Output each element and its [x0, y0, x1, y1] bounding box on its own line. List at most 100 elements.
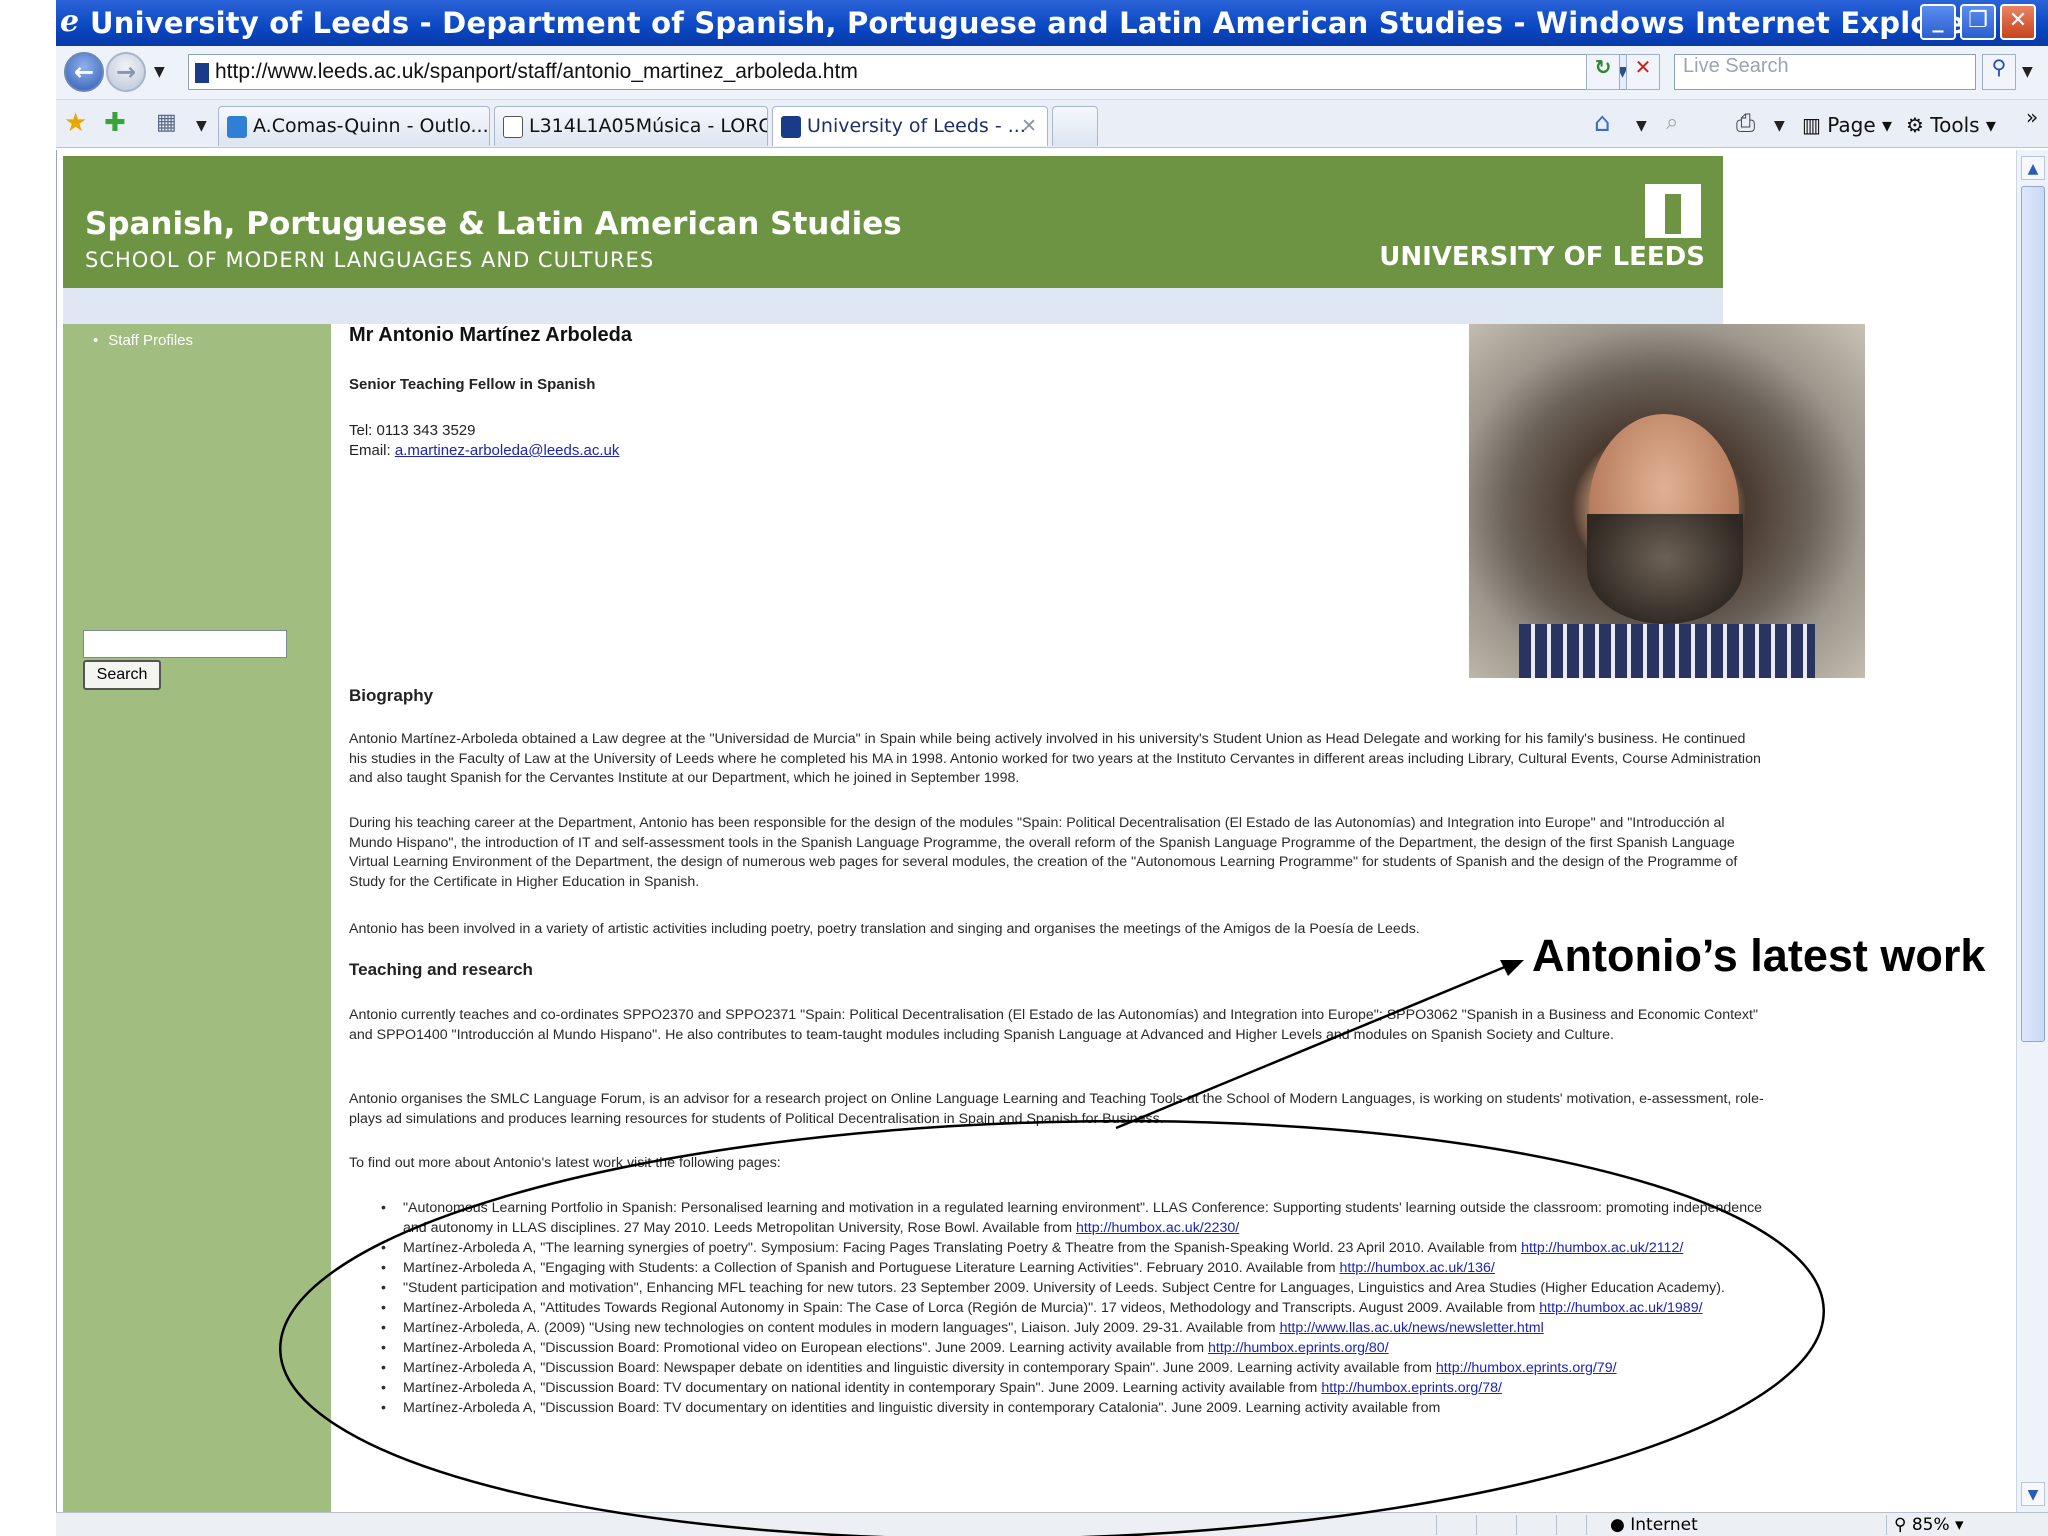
site-banner: Spanish, Portuguese & Latin American Stu…	[63, 156, 1723, 288]
document-icon	[503, 116, 523, 138]
history-dropdown-icon[interactable]: ▼	[154, 64, 165, 80]
scroll-up-icon[interactable]: ▲	[2021, 156, 2045, 180]
add-favorites-icon[interactable]: ✚	[104, 106, 126, 140]
site-search-button[interactable]: Search	[83, 660, 161, 690]
live-search-box[interactable]: Live Search	[1674, 54, 1976, 90]
latest-work-text: Martínez-Arboleda A, "Discussion Board: …	[403, 1400, 1441, 1416]
find-out-more-text: To find out more about Antonio's latest …	[349, 1155, 781, 1171]
tab-label: L314L1A05Música - LORO	[529, 115, 768, 137]
tools-menu[interactable]: ⚙ Tools ▾	[1906, 108, 1996, 142]
tab-outlook[interactable]: A.Comas-Quinn - Outlo...	[218, 106, 490, 146]
live-search-placeholder[interactable]: Live Search	[1683, 55, 1789, 78]
latest-work-link[interactable]: http://humbox.ac.uk/136/	[1340, 1260, 1495, 1276]
teaching-paragraph-2: Antonio organises the SMLC Language Foru…	[349, 1091, 1764, 1127]
search-options-icon[interactable]: ▼	[2022, 64, 2033, 80]
biography-heading: Biography	[349, 686, 434, 705]
stop-icon[interactable]: ✕	[1626, 54, 1660, 90]
window-title: University of Leeds - Department of Span…	[90, 6, 1960, 40]
teaching-paragraph-1: Antonio currently teaches and co-ordinat…	[349, 1007, 1758, 1043]
latest-work-item: Martínez-Arboleda A, "Discussion Board: …	[349, 1338, 1765, 1358]
latest-work-text: Martínez-Arboleda A, "Engaging with Stud…	[403, 1260, 1336, 1276]
page-viewport: Spanish, Portuguese & Latin American Stu…	[56, 150, 2016, 1512]
tools-menu-label: Tools	[1930, 113, 1980, 137]
address-url[interactable]: http://www.leeds.ac.uk/spanport/staff/an…	[215, 55, 858, 89]
banner-subbar	[63, 288, 1723, 324]
home-dropdown-icon[interactable]: ▼	[1636, 118, 1647, 134]
latest-work-link[interactable]: http://humbox.ac.uk/2112/	[1521, 1240, 1683, 1256]
latest-work-text: "Student participation and motivation", …	[403, 1280, 1725, 1296]
staff-tel: Tel: 0113 343 3529	[349, 422, 476, 439]
latest-work-item: Martínez-Arboleda, A. (2009) "Using new …	[349, 1318, 1765, 1338]
new-tab-button[interactable]	[1052, 106, 1098, 146]
tab-row: ★ ✚ ▦ ▼ A.Comas-Quinn - Outlo... L314L1A…	[56, 100, 2048, 148]
leeds-favicon-icon	[781, 116, 801, 138]
back-button[interactable]: ←	[64, 52, 104, 92]
search-icon[interactable]: ⚲	[1982, 54, 2016, 90]
tab-list-icon[interactable]: ▼	[196, 118, 207, 134]
staff-email-row: Email: a.martinez-arboleda@leeds.ac.uk	[349, 442, 619, 459]
latest-work-item: Martínez-Arboleda A, "Discussion Board: …	[349, 1398, 1765, 1418]
zoom-level[interactable]: ⚲ 85% ▾	[1894, 1513, 1964, 1536]
vertical-scrollbar[interactable]: ▲ ▼	[2016, 150, 2048, 1512]
latest-work-text: Martínez-Arboleda A, "The learning syner…	[403, 1240, 1518, 1256]
teaching-heading: Teaching and research	[349, 960, 533, 979]
close-button[interactable]: ✕	[2000, 4, 2036, 40]
biography-paragraph-1: Antonio Martínez-Arboleda obtained a Law…	[349, 731, 1761, 786]
school-subtitle: SCHOOL OF MODERN LANGUAGES AND CULTURES	[85, 248, 655, 272]
university-crest-logo	[1645, 184, 1701, 238]
refresh-icon[interactable]: ↻	[1586, 54, 1620, 90]
feeds-icon[interactable]: ⌕	[1666, 106, 1678, 140]
ie-logo-icon: e	[60, 4, 80, 39]
address-bar[interactable]: http://www.leeds.ac.uk/spanport/staff/an…	[188, 54, 1638, 90]
status-bar: ● Internet ⚲ 85% ▾	[56, 1512, 2048, 1536]
zoom-value: 85%	[1911, 1515, 1950, 1535]
more-commands-button[interactable]: »	[2026, 100, 2038, 134]
staff-role: Senior Teaching Fellow in Spanish	[349, 376, 596, 393]
title-bar: e University of Leeds - Department of Sp…	[56, 0, 2048, 46]
latest-work-link[interactable]: http://humbox.eprints.org/79/	[1436, 1360, 1617, 1376]
address-row: ← → ▼ http://www.leeds.ac.uk/spanport/st…	[56, 46, 2048, 100]
minimize-button[interactable]: _	[1920, 4, 1956, 40]
latest-work-item: Martínez-Arboleda A, "Discussion Board: …	[349, 1378, 1765, 1398]
latest-work-item: "Student participation and motivation", …	[349, 1278, 1765, 1298]
site-search-input[interactable]	[83, 630, 287, 658]
close-tab-icon[interactable]: ✕	[1021, 107, 1037, 145]
page-menu-label: Page	[1827, 113, 1876, 137]
print-dropdown-icon[interactable]: ▼	[1774, 118, 1785, 134]
latest-work-link[interactable]: http://humbox.ac.uk/1989/	[1539, 1300, 1702, 1316]
latest-work-text: Martínez-Arboleda A, "Attitudes Towards …	[403, 1300, 1536, 1316]
scroll-down-icon[interactable]: ▼	[2021, 1482, 2045, 1506]
latest-work-item: Martínez-Arboleda A, "Attitudes Towards …	[349, 1298, 1765, 1318]
zone-label: Internet	[1630, 1515, 1698, 1535]
university-name: UNIVERSITY OF LEEDS	[1379, 242, 1705, 272]
page-menu[interactable]: ▥ Page ▾	[1802, 108, 1892, 142]
annotation-label: Antonio’s latest work	[1532, 930, 1986, 981]
home-icon[interactable]: ⌂	[1594, 106, 1611, 140]
latest-work-link[interactable]: http://www.llas.ac.uk/news/newsletter.ht…	[1280, 1320, 1544, 1336]
tab-loro[interactable]: L314L1A05Música - LORO	[494, 106, 768, 146]
forward-button[interactable]: →	[106, 52, 146, 92]
quick-tabs-icon[interactable]: ▦	[156, 106, 177, 140]
tab-label: University of Leeds - ...	[807, 115, 1026, 137]
latest-work-text: Martínez-Arboleda, A. (2009) "Using new …	[403, 1320, 1276, 1336]
ie-page-icon	[227, 116, 247, 138]
department-title: Spanish, Portuguese & Latin American Stu…	[85, 206, 902, 242]
nav-link-staff-profiles[interactable]: Staff Profiles	[93, 332, 193, 349]
restore-button[interactable]: ❐	[1960, 4, 1996, 40]
left-sidebar: Staff Profiles Search	[63, 324, 331, 1512]
tab-university-of-leeds[interactable]: University of Leeds - ... ✕	[772, 106, 1048, 146]
latest-work-link[interactable]: http://humbox.eprints.org/78/	[1321, 1380, 1502, 1396]
latest-work-item: Martínez-Arboleda A, "Discussion Board: …	[349, 1358, 1765, 1378]
favorites-star-icon[interactable]: ★	[64, 106, 87, 140]
email-link[interactable]: a.martinez-arboleda@leeds.ac.uk	[395, 442, 620, 459]
latest-work-text: Martínez-Arboleda A, "Discussion Board: …	[403, 1360, 1432, 1376]
staff-photo	[1469, 324, 1865, 678]
latest-work-item: "Autonomous Learning Portfolio in Spanis…	[349, 1198, 1765, 1238]
biography-paragraph-2: During his teaching career at the Depart…	[349, 815, 1738, 890]
print-icon[interactable]: ⎙	[1736, 106, 1755, 140]
page-favicon-icon	[195, 63, 209, 83]
latest-work-link[interactable]: http://humbox.eprints.org/80/	[1208, 1340, 1389, 1356]
security-zone: ● Internet	[1610, 1515, 1698, 1535]
scroll-thumb[interactable]	[2021, 186, 2045, 1042]
latest-work-link[interactable]: http://humbox.ac.uk/2230/	[1076, 1220, 1239, 1236]
